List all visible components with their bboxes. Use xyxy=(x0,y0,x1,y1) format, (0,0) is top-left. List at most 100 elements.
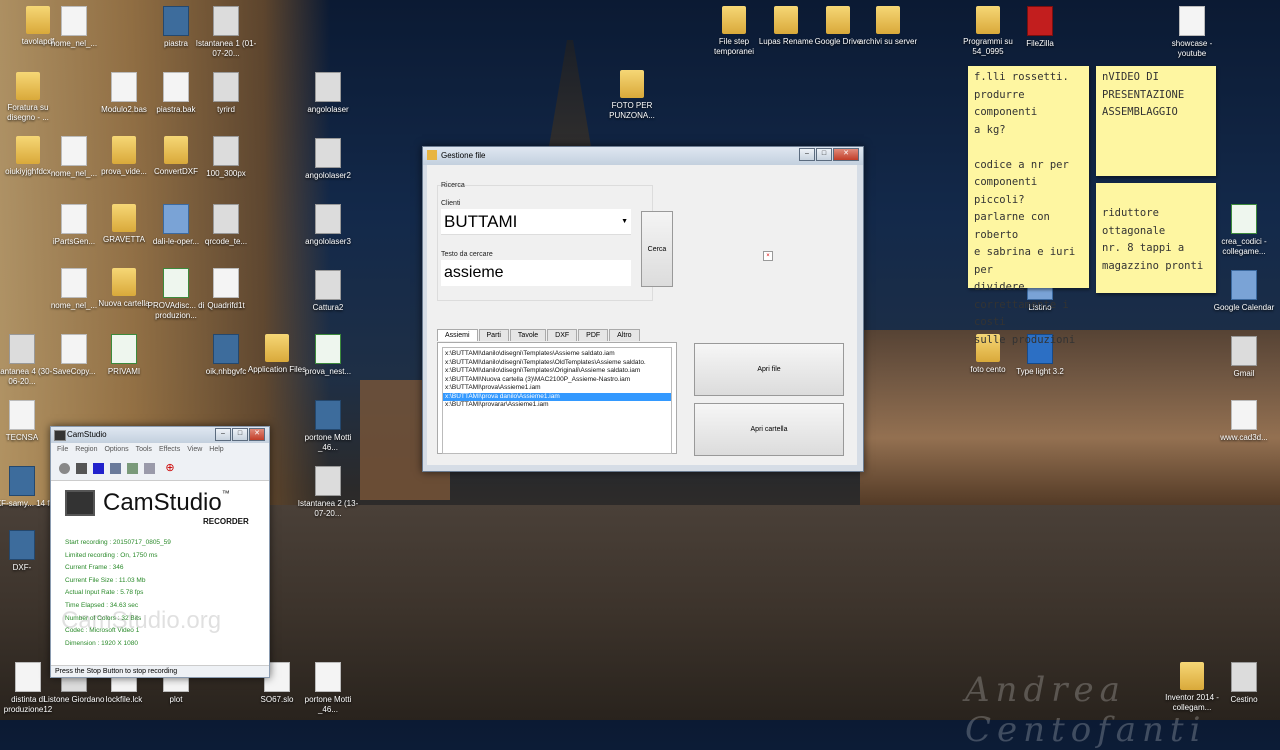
tab-assiemi[interactable]: Assiemi xyxy=(437,329,478,341)
desktop-icon[interactable]: PRIVAMI xyxy=(92,334,156,377)
list-item[interactable]: x:\BUTTAMI\danilo\disegni\Templates\OldT… xyxy=(443,359,671,368)
desktop-icon[interactable]: Foratura su disegno - ... xyxy=(0,72,60,123)
menu-effects[interactable]: Effects xyxy=(159,446,180,453)
trademark: ™ xyxy=(221,489,230,498)
desktop-icon-label: Istantanea 2 (13-07-20... xyxy=(297,499,359,518)
desktop-icon[interactable]: portone Motti _46... xyxy=(296,400,360,453)
desktop-icon[interactable]: nome_nel_... xyxy=(42,6,106,49)
doc-icon xyxy=(111,72,137,102)
tab-tavole[interactable]: Tavole xyxy=(509,329,547,341)
desktop-icon[interactable]: angololaser2 xyxy=(296,138,360,181)
desktop-icon[interactable]: Gmail xyxy=(1212,336,1276,379)
desktop-icon[interactable]: Google Calendar xyxy=(1212,270,1276,313)
camstudio-titlebar[interactable]: CamStudio – □ ✕ xyxy=(51,427,269,443)
tab-altro[interactable]: Altro xyxy=(609,329,640,341)
gestione-file-window: Gestione file – □ ✕ Ricerca Clienti BUTT… xyxy=(422,146,864,472)
camstudio-maximize-button[interactable]: □ xyxy=(232,428,248,441)
menu-help[interactable]: Help xyxy=(209,446,223,453)
sticky-note-2[interactable]: nVIDEO DI PRESENTAZIONE ASSEMBLAGGIO xyxy=(1096,66,1216,176)
maximize-button[interactable]: □ xyxy=(816,148,832,161)
desktop-icon[interactable]: Cestino xyxy=(1212,662,1276,705)
desktop-icon[interactable]: Istantanea 2 (13-07-20... xyxy=(296,466,360,519)
desktop-icon[interactable]: Cattura2 xyxy=(296,270,360,313)
stop-icon[interactable] xyxy=(93,462,104,474)
doc-icon xyxy=(9,400,35,430)
options-icon[interactable] xyxy=(127,462,138,474)
desktop-icon[interactable]: showcase - youtube xyxy=(1160,6,1224,59)
desktop-icon[interactable]: FileZilla xyxy=(1008,6,1072,49)
doc-icon xyxy=(61,136,87,166)
camstudio-title: CamStudio xyxy=(67,430,107,439)
desktop-icon-label: DXF-samy... 14 f2 xyxy=(0,499,54,508)
doc-icon xyxy=(315,662,341,692)
apri-file-button[interactable]: Apri file xyxy=(694,343,844,396)
sticky-note-line: codice a nr per xyxy=(974,158,1069,171)
minimize-button[interactable]: – xyxy=(799,148,815,161)
list-item[interactable]: x:\BUTTAMI\prova danilo\Assieme1.iam xyxy=(443,392,671,401)
list-item[interactable]: x:\BUTTAMI\danilo\disegni\Templates\Assi… xyxy=(443,350,671,359)
desktop-icon[interactable]: angololaser3 xyxy=(296,204,360,247)
tab-pdf[interactable]: PDF xyxy=(578,329,609,341)
doc-icon xyxy=(61,6,87,36)
ndoc-icon xyxy=(315,138,341,168)
desktop-icon[interactable]: archivi su server xyxy=(856,6,920,47)
tab-dxf[interactable]: DXF xyxy=(547,329,578,341)
camstudio-window: CamStudio – □ ✕ File Region Options Tools Ef… xyxy=(50,426,270,678)
list-item[interactable]: x:\BUTTAMI\danilo\disegni\Templates\Orig… xyxy=(443,367,671,376)
desktop-icon-label: Foratura su disegno - ... xyxy=(7,103,49,122)
testo-input[interactable] xyxy=(441,260,631,286)
desktop-icon[interactable]: prova_nest... xyxy=(296,334,360,377)
menu-file[interactable]: File xyxy=(57,446,68,453)
desktop-icon-label: showcase - youtube xyxy=(1171,39,1213,58)
sticky-note-line: nr. 8 tappi a xyxy=(1102,242,1185,254)
cursor-icon[interactable]: ⊕ xyxy=(161,462,179,474)
region-icon[interactable] xyxy=(110,462,121,474)
desktop-icon[interactable]: FOTO PER PUNZONA... xyxy=(600,70,664,121)
desktop-icon-label: archivi su server xyxy=(858,37,918,46)
tab-parti[interactable]: Parti xyxy=(478,329,509,341)
stat-line: Current Frame : 346 xyxy=(65,564,124,572)
stat-line: Current File Size : 11.03 Mb xyxy=(65,576,146,584)
menu-options[interactable]: Options xyxy=(104,446,128,453)
apri-cartella-button[interactable]: Apri cartella xyxy=(694,403,844,456)
desktop-icon[interactable]: www.cad3d... xyxy=(1212,400,1276,443)
desktop-icon[interactable]: tyrird xyxy=(194,72,258,115)
desktop-icon[interactable]: 100_300px xyxy=(194,136,258,179)
camstudio-minimize-button[interactable]: – xyxy=(215,428,231,441)
desktop-icon[interactable]: Istantanea 1 (01-07-20... xyxy=(194,6,258,59)
camstudio-toolbar: ⊕ xyxy=(51,456,269,481)
camstudio-close-button[interactable]: ✕ xyxy=(249,428,265,441)
list-item[interactable]: x:\BUTTAMI\provarar\Assieme1.iam xyxy=(443,401,671,410)
desktop-icon[interactable]: DXF-samy... 14 f2 xyxy=(0,466,54,509)
sticky-note-1[interactable]: f.lli rossetti. produrre componenti a kg? c… xyxy=(968,66,1089,346)
menu-tools[interactable]: Tools xyxy=(136,446,152,453)
desktop-icon-label: portone Motti _46... xyxy=(304,433,352,452)
close-button[interactable]: ✕ xyxy=(833,148,859,161)
desktop-icon[interactable]: qrcode_te... xyxy=(194,204,258,247)
desktop-icon[interactable]: crea_codici - collegame... xyxy=(1212,204,1276,257)
clienti-combobox[interactable]: BUTTAMI ▼ xyxy=(441,209,631,235)
list-item[interactable]: x:\BUTTAMI\Nuova cartella (3)\MAC2100P_A… xyxy=(443,376,671,385)
settings-icon[interactable] xyxy=(144,462,155,474)
cerca-button[interactable]: Cerca xyxy=(641,211,673,287)
camstudio-menubar: File Region Options Tools Effects View Help xyxy=(51,443,269,456)
desktop-icon[interactable]: Quadrifd1t xyxy=(194,268,258,311)
file-listbox[interactable]: x:\BUTTAMI\danilo\disegni\Templates\Assi… xyxy=(442,347,672,454)
window-titlebar[interactable]: Gestione file – □ ✕ xyxy=(423,147,863,165)
desktop-icon[interactable]: angololaser xyxy=(296,72,360,115)
desktop-icon-label: Istantanea 1 (01-07-20... xyxy=(195,39,257,58)
pause-icon[interactable] xyxy=(76,462,87,474)
menu-view[interactable]: View xyxy=(187,446,202,453)
desktop-icon[interactable]: TECNSA xyxy=(0,400,54,443)
desktop-icon[interactable]: DXF- xyxy=(0,530,54,573)
desktop-icon-label: angololaser3 xyxy=(305,237,351,246)
desktop-icon[interactable]: portone Motti _46... xyxy=(296,662,360,715)
sticky-note-line: magazzino pronti xyxy=(1102,259,1204,272)
record-icon[interactable] xyxy=(59,462,70,474)
lnk-icon xyxy=(1231,270,1257,300)
menu-region[interactable]: Region xyxy=(75,446,97,453)
list-item[interactable]: x:\BUTTAMI\prova\Assieme1.iam xyxy=(443,384,671,393)
sticky-note-3[interactable]: riduttore ottagonale nr. 8 tappi a magazzi… xyxy=(1096,183,1216,293)
desktop-icon-label: Google Calendar xyxy=(1213,303,1275,312)
chevron-down-icon[interactable]: ▼ xyxy=(621,209,628,235)
